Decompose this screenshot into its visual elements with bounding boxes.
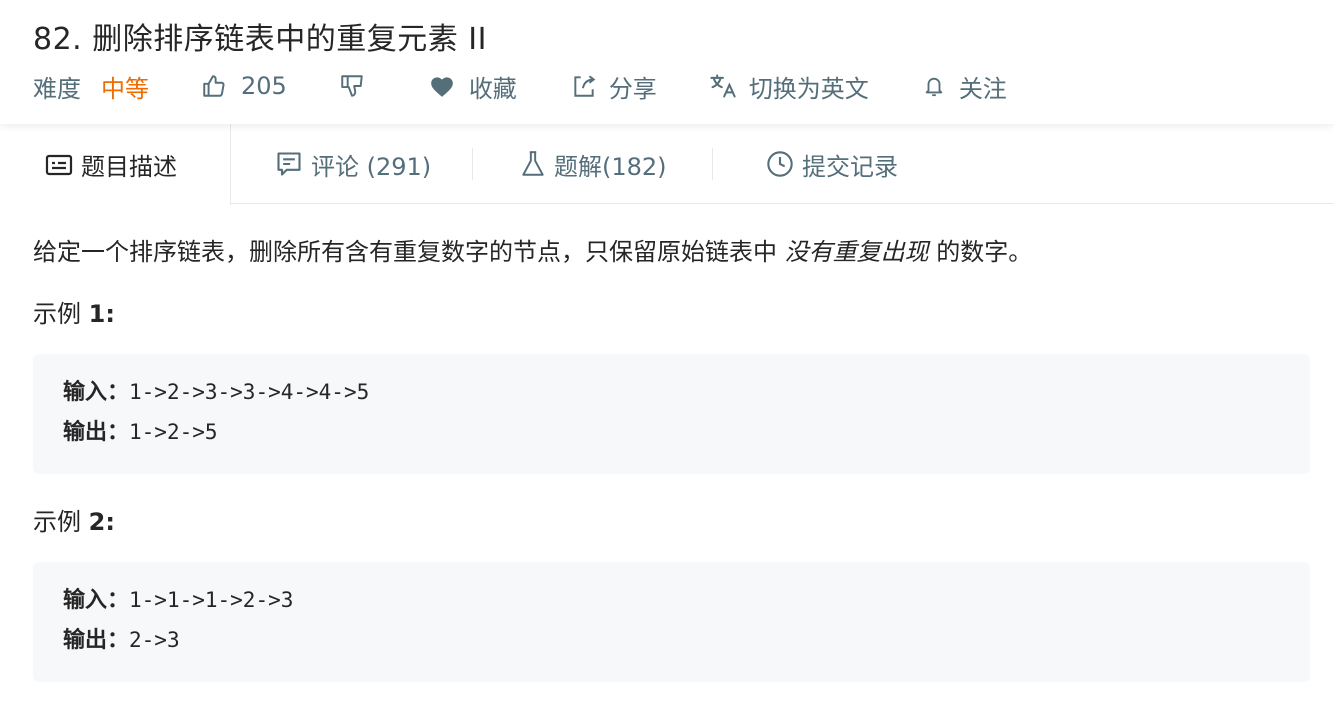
dislike-button[interactable] [339, 73, 365, 99]
input-label: 输入： [63, 588, 130, 613]
favorite-button[interactable]: 收藏 [429, 69, 517, 104]
description-suffix: 的数字。 [928, 238, 1033, 266]
like-count: 205 [241, 72, 287, 100]
bell-icon [925, 77, 943, 97]
example-title-text: 示例 [33, 300, 89, 328]
example-number: 2: [88, 508, 115, 536]
description-emphasis: 没有重复出现 [784, 238, 929, 266]
output-value: 2->3 [129, 628, 180, 652]
description-icon [45, 154, 73, 175]
example-input-line: 输入：1->1->1->2->3 [63, 582, 1280, 622]
like-button[interactable]: 205 [201, 72, 287, 100]
example-number: 1: [88, 300, 115, 328]
thumbs-down-icon [341, 75, 363, 97]
example-output-line: 输出：2->3 [63, 622, 1280, 662]
output-label: 输出： [63, 628, 130, 653]
tab-description-label: 题目描述 [81, 153, 177, 181]
clock-icon [767, 151, 793, 177]
tab-solutions[interactable]: 题解(182) [520, 124, 667, 204]
example-output-line: 输出：1->2->5 [63, 414, 1280, 454]
description-text: 给定一个排序链表，删除所有含有重复数字的节点，只保留原始链表中 没有重复出现 的… [33, 232, 1032, 267]
example-title: 示例 1: [33, 294, 115, 329]
share-icon [574, 75, 596, 97]
favorite-label: 收藏 [468, 74, 517, 103]
difficulty-label: 难度 [33, 74, 81, 103]
share-button[interactable]: 分享 [571, 69, 657, 104]
input-value: 1->2->3->3->4->4->5 [129, 380, 370, 404]
tab-comments-label: 评论 (291) [311, 152, 432, 181]
translate-icon [710, 74, 736, 98]
problem-tabs: 题目描述 评论 (291) 题解(182) 提交记录 [0, 124, 1334, 205]
example-code-block: 输入：1->1->1->2->3 输出：2->3 [33, 562, 1310, 682]
output-value: 1->2->5 [129, 420, 218, 444]
example-code-block: 输入：1->2->3->3->4->4->5 输出：1->2->5 [33, 354, 1310, 474]
heart-icon [430, 77, 453, 97]
example-title: 示例 2: [33, 502, 115, 537]
tab-submissions[interactable]: 提交记录 [766, 124, 898, 204]
input-label: 输入： [63, 380, 130, 405]
problem-title: 82. 删除排序链表中的重复元素 II [33, 22, 487, 57]
problem-header: 82. 删除排序链表中的重复元素 II 难度 中等 205 收藏 分享 切换为英… [0, 0, 1334, 124]
translate-label: 切换为英文 [748, 74, 869, 103]
output-label: 输出： [63, 420, 130, 445]
thumbs-up-icon [203, 75, 225, 97]
tab-divider [712, 148, 713, 180]
follow-button[interactable]: 关注 [923, 69, 1007, 104]
description-prefix: 给定一个排序链表，删除所有含有重复数字的节点，只保留原始链表中 [33, 238, 785, 266]
follow-label: 关注 [958, 74, 1007, 103]
difficulty-value: 中等 [101, 74, 149, 103]
comment-icon [277, 152, 301, 176]
tab-solutions-label: 题解(182) [554, 152, 667, 181]
tab-description[interactable]: 题目描述 [0, 124, 231, 205]
example-input-line: 输入：1->2->3->3->4->4->5 [63, 374, 1280, 414]
example-title-text: 示例 [33, 508, 89, 536]
input-value: 1->1->1->2->3 [129, 588, 294, 612]
tab-submissions-label: 提交记录 [802, 152, 898, 181]
tab-comments[interactable]: 评论 (291) [275, 124, 431, 204]
problem-meta-bar: 难度 中等 205 收藏 分享 切换为英文 关注 [33, 69, 1007, 104]
flask-icon [522, 151, 544, 176]
tab-divider [472, 148, 473, 180]
share-label: 分享 [608, 74, 657, 103]
translate-button[interactable]: 切换为英文 [709, 69, 869, 104]
